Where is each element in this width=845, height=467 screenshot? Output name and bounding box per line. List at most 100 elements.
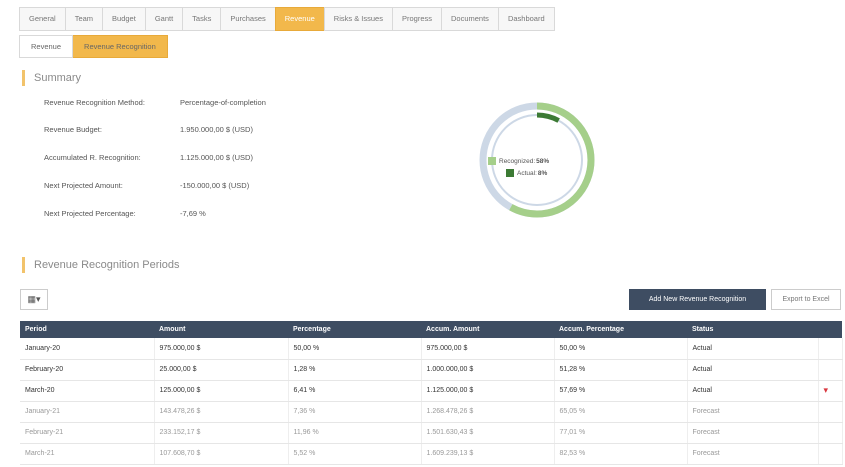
summary-title: Summary bbox=[22, 70, 81, 86]
legend-value: 8% bbox=[537, 169, 548, 177]
table-row[interactable]: January-20 975.000,00 $50,00 % 975.000,00 … bbox=[20, 338, 843, 360]
tab-budget[interactable]: Budget bbox=[102, 7, 145, 31]
tab-team[interactable]: Team bbox=[64, 7, 103, 31]
table-row[interactable]: March-20 125.000,00 $6,41 % 1.125.000,00 $… bbox=[20, 380, 843, 402]
summary-row-next-percentage: Next Projected Percentage: -7,69 % bbox=[44, 208, 206, 220]
cell-period: January-20 bbox=[20, 338, 155, 360]
column-chooser-button[interactable]: ▦▾ bbox=[20, 289, 48, 310]
summary-label: Revenue Budget: bbox=[44, 125, 102, 134]
legend-swatch-actual bbox=[506, 169, 514, 177]
legend-label: Actual: bbox=[517, 169, 537, 177]
legend-swatch-recognized bbox=[488, 157, 496, 165]
cell-period: March-21 bbox=[20, 443, 155, 465]
summary-label: Accumulated R. Recognition: bbox=[44, 153, 141, 162]
cell-flag[interactable]: ▾ bbox=[818, 380, 843, 402]
legend-label: Recognized: bbox=[499, 157, 536, 165]
cell-amount: 125.000,00 $ bbox=[154, 380, 289, 402]
donut-legend: Recognized: 58% Actual: 8% bbox=[488, 155, 549, 179]
cell-accum-amount: 1.501.630,43 $ bbox=[421, 422, 555, 444]
tab-documents[interactable]: Documents bbox=[441, 7, 498, 31]
cell-flag bbox=[818, 422, 843, 444]
cell-accum-amount: 975.000,00 $ bbox=[421, 338, 555, 360]
cell-period: February-21 bbox=[20, 422, 155, 444]
tab-dashboard[interactable]: Dashboard bbox=[497, 7, 555, 31]
cell-period: January-21 bbox=[20, 401, 155, 423]
tab-general[interactable]: General bbox=[19, 7, 65, 31]
legend-value: 58% bbox=[536, 157, 550, 165]
header-status[interactable]: Status bbox=[687, 321, 818, 338]
summary-value: Percentage-of-completion bbox=[180, 98, 266, 107]
summary-label: Revenue Recognition Method: bbox=[44, 98, 145, 107]
header-amount[interactable]: Amount bbox=[154, 321, 288, 338]
legend-actual: Actual: 8% bbox=[488, 167, 549, 179]
legend-recognized: Recognized: 58% bbox=[488, 155, 549, 167]
summary-label: Next Projected Amount: bbox=[44, 181, 123, 190]
cell-amount: 25.000,00 $ bbox=[154, 359, 289, 381]
cell-status: Actual bbox=[687, 380, 819, 402]
summary-value: -150.000,00 $ (USD) bbox=[180, 181, 250, 190]
summary-row-budget: Revenue Budget: 1.950.000,00 $ (USD) bbox=[44, 124, 253, 136]
cell-flag bbox=[818, 443, 843, 465]
periods-title: Revenue Recognition Periods bbox=[22, 257, 180, 273]
header-percentage[interactable]: Percentage bbox=[288, 321, 421, 338]
cell-percentage: 50,00 % bbox=[288, 338, 422, 360]
cell-accum-percentage: 50,00 % bbox=[554, 338, 688, 360]
cell-amount: 975.000,00 $ bbox=[154, 338, 289, 360]
summary-value: 1.125.000,00 $ (USD) bbox=[180, 153, 253, 162]
cell-accum-percentage: 82,53 % bbox=[554, 443, 688, 465]
tab-progress[interactable]: Progress bbox=[391, 7, 441, 31]
tab-revenue[interactable]: Revenue bbox=[274, 7, 324, 31]
tab-purchases[interactable]: Purchases bbox=[220, 7, 275, 31]
export-excel-button[interactable]: Export to Excel bbox=[771, 289, 841, 310]
add-revenue-recognition-button[interactable]: Add New Revenue Recognition bbox=[629, 289, 766, 310]
cell-amount: 233.152,17 $ bbox=[154, 422, 289, 444]
cell-percentage: 6,41 % bbox=[288, 380, 422, 402]
subtab-revenue-recognition[interactable]: Revenue Recognition bbox=[73, 35, 168, 58]
table-header-row: Period Amount Percentage Accum. Amount A… bbox=[20, 321, 842, 338]
cell-accum-amount: 1.000.000,00 $ bbox=[421, 359, 555, 381]
cell-status: Actual bbox=[687, 359, 819, 381]
cell-accum-amount: 1.268.478,26 $ bbox=[421, 401, 555, 423]
cell-percentage: 7,36 % bbox=[288, 401, 422, 423]
cell-percentage: 11,96 % bbox=[288, 422, 422, 444]
header-period[interactable]: Period bbox=[20, 321, 154, 338]
sub-tabs: Revenue Revenue Recognition bbox=[19, 35, 168, 58]
periods-table: Period Amount Percentage Accum. Amount A… bbox=[20, 321, 843, 465]
header-accum-percentage[interactable]: Accum. Percentage bbox=[554, 321, 687, 338]
cell-amount: 107.608,70 $ bbox=[154, 443, 289, 465]
table-row[interactable]: February-20 25.000,00 $1,28 % 1.000.000,00… bbox=[20, 359, 843, 381]
header-actions bbox=[818, 321, 842, 338]
cell-accum-percentage: 77,01 % bbox=[554, 422, 688, 444]
subtab-revenue[interactable]: Revenue bbox=[19, 35, 74, 58]
cell-status: Actual bbox=[687, 338, 819, 360]
tab-gantt[interactable]: Gantt bbox=[144, 7, 183, 31]
main-tabs: General Team Budget Gantt Tasks Purchase… bbox=[19, 7, 555, 31]
summary-value: 1.950.000,00 $ (USD) bbox=[180, 125, 253, 134]
cell-percentage: 1,28 % bbox=[288, 359, 422, 381]
table-row[interactable]: March-21 107.608,70 $5,52 % 1.609.239,13 $… bbox=[20, 443, 843, 465]
cell-status: Forecast bbox=[687, 401, 819, 423]
summary-row-method: Revenue Recognition Method: Percentage-o… bbox=[44, 97, 266, 109]
summary-row-next-amount: Next Projected Amount: -150.000,00 $ (US… bbox=[44, 180, 249, 192]
cell-period: February-20 bbox=[20, 359, 155, 381]
cell-accum-amount: 1.125.000,00 $ bbox=[421, 380, 555, 402]
cell-status: Forecast bbox=[687, 443, 819, 465]
tab-tasks[interactable]: Tasks bbox=[182, 7, 221, 31]
cell-amount: 143.478,26 $ bbox=[154, 401, 289, 423]
tab-risks-issues[interactable]: Risks & Issues bbox=[323, 7, 392, 31]
table-row[interactable]: January-21 143.478,26 $7,36 % 1.268.478,26… bbox=[20, 401, 843, 423]
cell-percentage: 5,52 % bbox=[288, 443, 422, 465]
cell-accum-percentage: 57,69 % bbox=[554, 380, 688, 402]
summary-label: Next Projected Percentage: bbox=[44, 209, 136, 218]
summary-value: -7,69 % bbox=[180, 209, 206, 218]
cell-period: March-20 bbox=[20, 380, 155, 402]
summary-row-accumulated: Accumulated R. Recognition: 1.125.000,00… bbox=[44, 152, 253, 164]
cell-accum-percentage: 51,28 % bbox=[554, 359, 688, 381]
header-accum-amount[interactable]: Accum. Amount bbox=[421, 321, 554, 338]
table-row[interactable]: February-21 233.152,17 $11,96 % 1.501.630,… bbox=[20, 422, 843, 444]
cell-accum-percentage: 65,05 % bbox=[554, 401, 688, 423]
cell-flag bbox=[818, 359, 843, 381]
cell-accum-amount: 1.609.239,13 $ bbox=[421, 443, 555, 465]
cell-flag bbox=[818, 338, 843, 360]
cell-flag bbox=[818, 401, 843, 423]
